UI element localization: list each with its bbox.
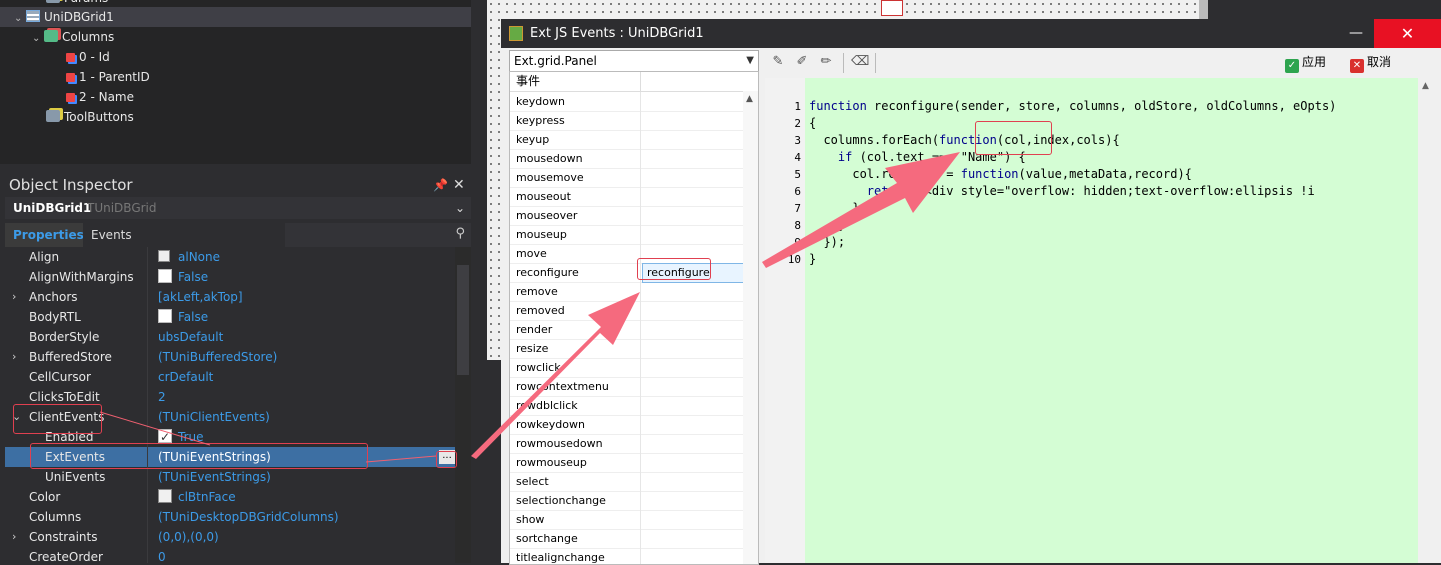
annotation-arrows (99, 152, 960, 463)
annotation-line (365, 455, 437, 463)
arrow-to-reconfigure (471, 292, 640, 459)
annotation-line (99, 411, 211, 446)
arrow-to-name (762, 152, 960, 268)
